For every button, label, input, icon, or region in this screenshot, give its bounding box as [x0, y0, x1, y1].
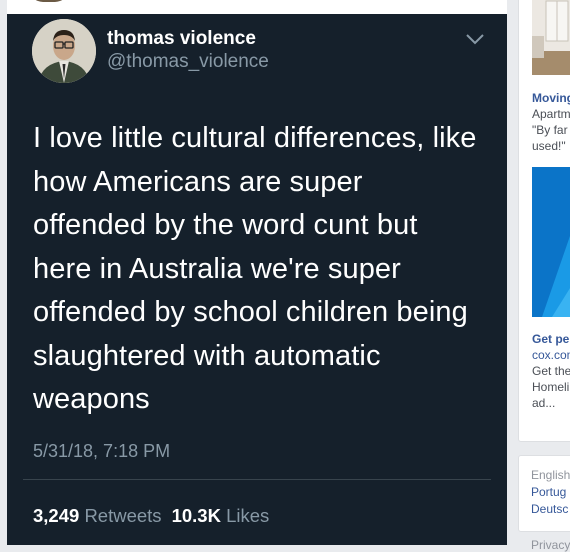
- ad-description: Get the: [532, 364, 570, 378]
- language-selector-card: English Portug Deutsc: [518, 455, 570, 532]
- user-handle[interactable]: @thomas_violence: [107, 51, 269, 73]
- tweet-text: I love little cultural differences, like…: [33, 122, 477, 415]
- avatar: [29, 0, 69, 2]
- current-language: English: [531, 468, 570, 482]
- ad-image[interactable]: [532, 167, 570, 317]
- chevron-down-icon[interactable]: [465, 32, 485, 46]
- likes-stat[interactable]: 10.3K Likes: [172, 505, 270, 526]
- ad-description: used!": [532, 139, 566, 153]
- language-option[interactable]: Portug: [531, 484, 566, 500]
- display-name[interactable]: thomas violence: [107, 28, 256, 50]
- likes-label: Likes: [226, 505, 270, 526]
- ad-title[interactable]: Moving: [532, 91, 570, 105]
- ad-description: "By far: [532, 123, 568, 137]
- sponsored-ads-card: Moving Apartm "By far used!" Get pe cox.…: [518, 0, 570, 442]
- tweet-timestamp[interactable]: 5/31/18, 7:18 PM: [33, 441, 170, 462]
- avatar[interactable]: [32, 19, 96, 83]
- ad-description: ad...: [532, 396, 556, 410]
- ad-subtitle[interactable]: Apartm: [532, 106, 570, 122]
- retweets-count: 3,249: [33, 505, 80, 526]
- retweets-label: Retweets: [84, 505, 162, 526]
- tweet-card: thomas violence @thomas_violence I love …: [7, 14, 507, 545]
- ad-description: Homeli: [532, 380, 570, 394]
- ad-title[interactable]: Get pe: [532, 332, 569, 346]
- likes-count: 10.3K: [171, 505, 221, 526]
- tweet-stats: 3,249 Retweets 10.3K Likes: [33, 505, 269, 527]
- privacy-link[interactable]: Privacy: [531, 538, 570, 552]
- divider: [23, 479, 491, 480]
- ad-domain[interactable]: cox.com: [532, 347, 570, 363]
- ad-image[interactable]: [532, 0, 570, 75]
- language-option[interactable]: Deutsc: [531, 501, 568, 517]
- previous-post-card: [7, 0, 507, 14]
- retweets-stat[interactable]: 3,249 Retweets: [33, 505, 162, 526]
